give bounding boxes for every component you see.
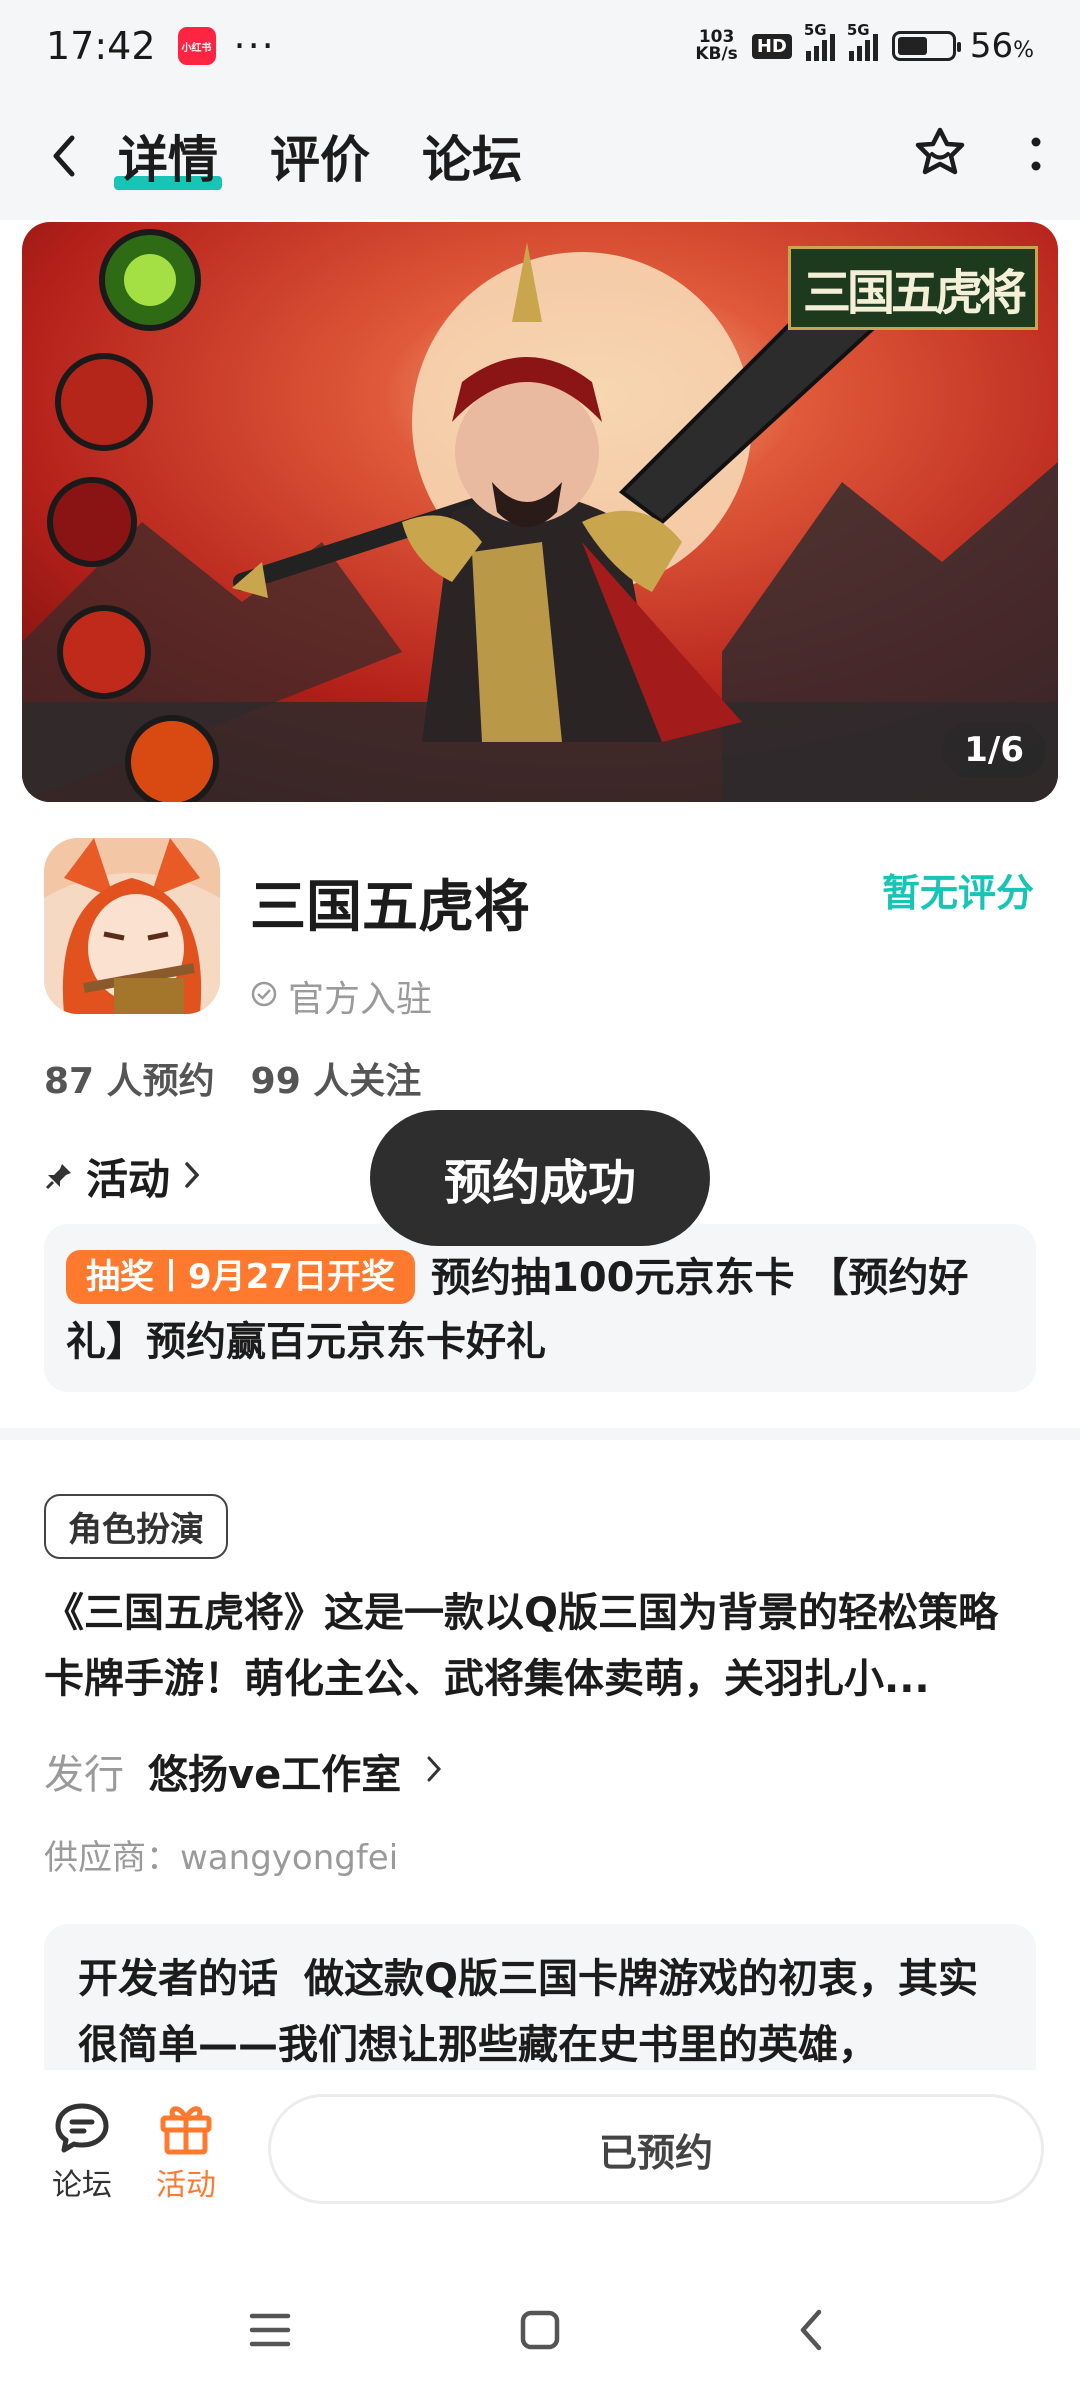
star-badge-icon[interactable]: [910, 124, 970, 188]
official-label: 官方入驻: [288, 979, 433, 1020]
header-actions: [910, 124, 1044, 188]
app-stats: 87 人预约 99 人关注: [44, 1052, 421, 1104]
activity-section-header[interactable]: 活动: [44, 1146, 202, 1207]
reservation-count: 87 人预约: [44, 1061, 215, 1102]
rating-label[interactable]: 暂无评分: [882, 862, 1034, 917]
tab-forum[interactable]: 论坛: [422, 120, 522, 192]
signal-icon-2: 5G: [847, 21, 878, 61]
battery-percent-unit: %: [1013, 38, 1034, 63]
battery-icon: [891, 31, 961, 61]
app-icon: [44, 838, 220, 1014]
status-more-icon: ···: [233, 24, 276, 68]
net-speed: 103 KB/s: [695, 29, 737, 63]
activity-card[interactable]: 抽奖丨9月27日开奖 预约抽100元京东卡 【预约好礼】预约赢百元京东卡好礼: [44, 1224, 1036, 1392]
menu-icon[interactable]: [240, 2300, 300, 2360]
status-time: 17:42: [46, 24, 156, 68]
publisher-label: 发行: [44, 1752, 124, 1798]
top-nav-header: 详情 评价 论坛: [0, 92, 1080, 220]
tab-bar: 详情 评价 论坛: [114, 120, 522, 192]
bottom-action-bar: 论坛 活动 已预约: [0, 2070, 1080, 2260]
chevron-right-icon: [182, 1152, 202, 1201]
forum-button[interactable]: 论坛: [52, 2100, 112, 2204]
hd-badge: HD: [751, 33, 792, 59]
toast-message: 预约成功: [370, 1110, 710, 1246]
status-right-group: 103 KB/s HD 5G 5G 56%: [695, 21, 1034, 66]
battery-fill: [897, 37, 927, 55]
publisher-row[interactable]: 发行 悠扬ve工作室: [44, 1742, 443, 1800]
back-icon[interactable]: [36, 128, 92, 184]
activity-label: 活动: [156, 2168, 216, 2203]
tab-reviews[interactable]: 评价: [270, 120, 370, 192]
forum-label: 论坛: [52, 2168, 112, 2203]
banner-title-art: 三国五虎将: [787, 246, 1038, 330]
signal-label-1: 5G: [803, 21, 827, 39]
pin-icon: [44, 1152, 74, 1201]
net-speed-unit: KB/s: [695, 44, 738, 64]
xiaohongshu-app-icon: 小红书: [177, 27, 216, 65]
battery-percent-value: 56: [969, 26, 1014, 66]
official-badge: 官方入驻: [250, 970, 432, 1022]
signal-icon: 5G: [804, 21, 835, 61]
lottery-tag: 抽奖丨9月27日开奖: [66, 1250, 415, 1304]
home-square-icon[interactable]: [510, 2300, 570, 2360]
gift-icon: [160, 2106, 212, 2155]
signal-label-2: 5G: [846, 21, 870, 39]
check-circle-icon: [250, 976, 278, 1017]
more-vertical-icon[interactable]: [1028, 134, 1044, 178]
publisher-name: 悠扬ve工作室: [148, 1752, 402, 1798]
chevron-right-icon: [425, 1748, 443, 1794]
forum-icon: [55, 2103, 109, 2153]
carousel-page-indicator: 1/6: [942, 722, 1046, 778]
developer-note-label: 开发者的话: [78, 1956, 278, 2002]
nav-back-icon[interactable]: [780, 2300, 840, 2360]
tab-details[interactable]: 详情: [114, 120, 222, 192]
app-name: 三国五虎将: [250, 875, 530, 940]
status-bar: 17:42 小红书 ··· 103 KB/s HD 5G 5G 56%: [0, 0, 1080, 92]
game-banner-carousel[interactable]: 三国五虎将 1/6: [22, 222, 1058, 802]
supplier-info: 供应商：wangyongfei: [44, 1838, 399, 1878]
battery-percent: 56%: [970, 26, 1034, 66]
follower-count: 99 人关注: [250, 1061, 422, 1102]
game-description[interactable]: 《三国五虎将》这是一款以Q版三国为背景的轻松策略卡牌手游！萌化主公、武将集体卖萌…: [44, 1580, 1036, 1712]
reserved-button[interactable]: 已预约: [268, 2094, 1044, 2204]
genre-tag[interactable]: 角色扮演: [44, 1494, 228, 1559]
system-navigation-bar: [0, 2260, 1080, 2400]
developer-note-card[interactable]: 开发者的话 做这款Q版三国卡牌游戏的初衷，其实很简单——我们想让那些藏在史书里的英…: [44, 1924, 1036, 2070]
activity-button[interactable]: 活动: [156, 2100, 216, 2204]
section-divider: [0, 1428, 1080, 1440]
activity-heading: 活动: [86, 1155, 171, 1204]
